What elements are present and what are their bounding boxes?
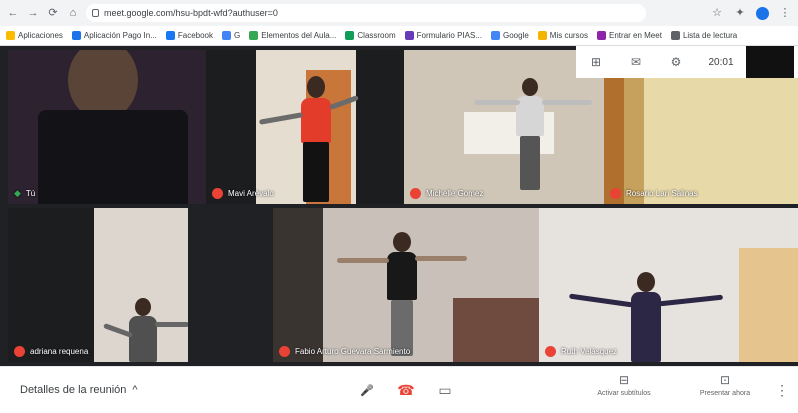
- mic-off-icon: [545, 346, 556, 357]
- participant-tile[interactable]: adriana requena: [8, 208, 188, 362]
- bookmark-favicon-icon: [345, 31, 355, 40]
- extensions-icon[interactable]: ✦: [733, 6, 747, 20]
- participant-name: Fabio Arturo Guevara Sarmiento: [279, 346, 410, 357]
- video-grid: ◆ Tú Mavi Arévalo Michelle Gomez Rosario…: [0, 46, 798, 366]
- participant-tile[interactable]: ◆ Tú: [8, 50, 206, 204]
- mic-on-icon: ◆: [14, 188, 21, 198]
- profile-avatar[interactable]: [756, 6, 769, 20]
- bookmark-favicon-icon: [222, 31, 231, 40]
- mic-off-icon: [279, 346, 290, 357]
- bookmark-item[interactable]: Aplicaciones: [6, 31, 63, 40]
- captions-icon: ⊟: [618, 373, 630, 387]
- meet-top-panel: ⊞ ✉ ⚙ 20:01: [576, 46, 798, 78]
- participant-name: ◆ Tú: [14, 188, 36, 198]
- camera-toggle-button[interactable]: ▭: [431, 376, 459, 404]
- participant-tile[interactable]: Michelle Gomez: [404, 50, 604, 204]
- participant-tile[interactable]: Ruth Velásquez: [539, 208, 798, 362]
- chat-icon[interactable]: ✉: [616, 55, 656, 69]
- mic-off-icon: [14, 346, 25, 357]
- bookmark-favicon-icon: [404, 31, 414, 40]
- bookmark-favicon-icon: [490, 31, 500, 40]
- chevron-up-icon: ^: [132, 384, 138, 396]
- captions-button[interactable]: ⊟ Activar subtítulos: [594, 373, 654, 397]
- bookmark-item[interactable]: Lista de lectura: [670, 31, 737, 40]
- browser-window: ← → ⟳ ⌂ meet.google.com/hsu-bpdt-wfd?aut…: [0, 0, 798, 413]
- toolbar-actions: ☆ ✦ ⋮: [710, 6, 792, 20]
- mic-off-icon: [410, 188, 421, 199]
- bookmark-item[interactable]: Google: [490, 31, 529, 40]
- bookmark-item[interactable]: Formulario PIAS...: [404, 31, 482, 40]
- browser-toolbar: ← → ⟳ ⌂ meet.google.com/hsu-bpdt-wfd?aut…: [0, 0, 798, 26]
- back-button[interactable]: ←: [6, 6, 20, 20]
- participant-name: Mavi Arévalo: [212, 188, 274, 199]
- self-view-thumbnail[interactable]: [746, 46, 794, 78]
- bookmark-item[interactable]: G: [222, 31, 240, 40]
- more-options-button[interactable]: ⋮: [768, 376, 796, 404]
- bookmark-favicon-icon: [537, 31, 547, 40]
- star-icon[interactable]: ☆: [710, 6, 724, 20]
- lock-icon: [92, 9, 99, 17]
- participant-name: adriana requena: [14, 346, 88, 357]
- browser-menu-button[interactable]: ⋮: [778, 6, 792, 20]
- person-figure: [38, 50, 188, 204]
- bookmark-favicon-icon: [165, 31, 175, 40]
- bookmark-favicon-icon: [6, 31, 15, 40]
- meeting-clock: 20:01: [708, 56, 734, 68]
- bookmark-item[interactable]: Aplicación Pago In...: [71, 31, 157, 40]
- bookmarks-bar: Aplicaciones Aplicación Pago In... Faceboo…: [0, 26, 798, 46]
- bookmark-item[interactable]: Entrar en Meet: [597, 31, 662, 40]
- present-icon: ⊡: [719, 373, 731, 387]
- meet-bottom-bar: Detalles de la reunión ^ 🎤 ☎ ▭ ⊟ Activar…: [0, 366, 798, 413]
- more-vert-icon: ⋮: [775, 381, 789, 398]
- bookmark-item[interactable]: Mis cursos: [537, 31, 588, 40]
- mic-off-icon: [610, 188, 621, 199]
- people-icon[interactable]: ⊞: [576, 55, 616, 69]
- bookmark-favicon-icon: [71, 31, 81, 40]
- bookmark-item[interactable]: Facebook: [165, 31, 213, 40]
- bookmark-favicon-icon: [249, 31, 259, 40]
- reload-button[interactable]: ⟳: [46, 6, 60, 20]
- forward-button[interactable]: →: [26, 6, 40, 20]
- meeting-details-button[interactable]: Detalles de la reunión ^: [20, 384, 138, 396]
- present-now-button[interactable]: ⊡ Presentar ahora: [695, 373, 755, 397]
- camera-icon: ▭: [438, 381, 452, 398]
- hangup-button[interactable]: ☎: [392, 376, 420, 404]
- participant-name: Ruth Velásquez: [545, 346, 617, 357]
- microphone-icon: 🎤: [360, 384, 374, 397]
- participant-name: Rosario Lari Salinas: [610, 188, 698, 199]
- mic-toggle-button[interactable]: 🎤: [353, 376, 381, 404]
- phone-hangup-icon: ☎: [397, 381, 415, 398]
- participant-tile[interactable]: Rosario Lari Salinas: [604, 78, 798, 204]
- participant-name: Michelle Gomez: [410, 188, 483, 199]
- mic-off-icon: [212, 188, 223, 199]
- activities-icon[interactable]: ⚙: [656, 55, 696, 69]
- url-text: meet.google.com/hsu-bpdt-wfd?authuser=0: [104, 8, 278, 18]
- participant-tile[interactable]: Fabio Arturo Guevara Sarmiento: [273, 208, 539, 362]
- bookmark-item[interactable]: Classroom: [345, 31, 396, 40]
- participant-tile[interactable]: Mavi Arévalo: [206, 50, 404, 204]
- address-bar[interactable]: meet.google.com/hsu-bpdt-wfd?authuser=0: [86, 4, 646, 22]
- bookmark-favicon-icon: [597, 31, 607, 40]
- home-button[interactable]: ⌂: [66, 6, 80, 20]
- bookmark-item[interactable]: Elementos del Aula...: [249, 31, 336, 40]
- bookmark-favicon-icon: [670, 31, 680, 40]
